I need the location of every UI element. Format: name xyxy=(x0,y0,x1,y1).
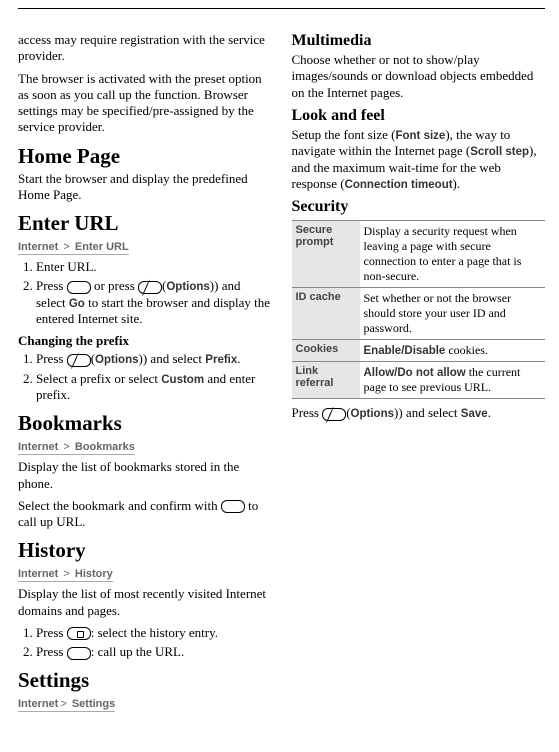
custom-label: Custom xyxy=(161,374,204,386)
step: Press : call up the URL. xyxy=(36,644,272,660)
prefix-label: Prefix xyxy=(205,354,237,366)
enter-url-steps: Enter URL. Press or press (Options)) and… xyxy=(18,259,272,327)
multimedia-paragraph: Choose whether or not to show/play image… xyxy=(292,52,546,101)
history-heading: History xyxy=(18,538,272,563)
bookmarks-paragraph-2: Select the bookmark and confirm with to … xyxy=(18,498,272,531)
security-heading: Security xyxy=(292,198,546,216)
text: . xyxy=(237,351,240,366)
bookmarks-paragraph: Display the list of bookmarks stored in … xyxy=(18,459,272,492)
save-label: Save xyxy=(461,408,488,420)
crumb-sep: > xyxy=(60,568,73,580)
look-and-feel-paragraph: Setup the font size (Font size), the way… xyxy=(292,127,546,192)
step: Press or press (Options)) and select Go … xyxy=(36,278,272,327)
step: Select a prefix or select Custom and ent… xyxy=(36,371,272,404)
crumb-bookmarks: Bookmarks xyxy=(75,441,135,453)
text: cookies. xyxy=(445,343,488,357)
page: 49 access may require registration with … xyxy=(0,0,559,752)
home-page-paragraph: Start the browser and display the predef… xyxy=(18,171,272,204)
enter-url-heading: Enter URL xyxy=(18,211,272,236)
options-label: Options xyxy=(166,281,209,293)
text: or press xyxy=(91,278,138,293)
softkey-icon xyxy=(322,408,346,421)
crumb-internet: Internet xyxy=(18,241,58,253)
home-page-heading: Home Page xyxy=(18,144,272,169)
breadcrumb: Internet > History xyxy=(18,568,113,582)
text: : select the history entry. xyxy=(91,625,218,640)
crumb-sep: > xyxy=(60,241,73,253)
crumb-internet: Internet xyxy=(18,441,58,453)
crumb-internet: Internet xyxy=(18,568,58,580)
ok-key-icon xyxy=(67,647,91,660)
text: Press xyxy=(36,625,67,640)
crumb-history: History xyxy=(75,568,113,580)
text: Setup the font size ( xyxy=(292,127,396,142)
intro-paragraph-1: access may require registration with the… xyxy=(18,32,272,65)
history-steps: Press : select the history entry. Press … xyxy=(18,625,272,661)
history-paragraph: Display the list of most recently visite… xyxy=(18,586,272,619)
change-prefix-steps: Press (Options)) and select Prefix. Sele… xyxy=(18,351,272,403)
text: . xyxy=(488,405,491,420)
step: Enter URL. xyxy=(36,259,272,275)
text: : call up the URL. xyxy=(91,644,185,659)
cookies-label: Cookies xyxy=(292,340,360,362)
content-columns: access may require registration with the… xyxy=(18,32,545,740)
ok-key-icon xyxy=(67,281,91,294)
top-rule xyxy=(18,8,545,22)
id-cache-desc: Set whether or not the browser should st… xyxy=(360,288,546,340)
crumb-sep: > xyxy=(60,698,69,710)
security-table: Secure prompt Display a security request… xyxy=(292,220,546,399)
options-label: Options xyxy=(351,408,394,420)
text: ) and select xyxy=(398,405,460,420)
text: Press xyxy=(36,644,67,659)
secure-prompt-label: Secure prompt xyxy=(292,221,360,288)
link-referral-label: Link referral xyxy=(292,362,360,399)
bookmarks-heading: Bookmarks xyxy=(18,411,272,436)
table-row: Cookies Enable/Disable cookies. xyxy=(292,340,546,362)
breadcrumb: Internet> Settings xyxy=(18,698,115,712)
crumb-internet: Internet xyxy=(18,698,58,710)
table-row: Secure prompt Display a security request… xyxy=(292,221,546,288)
table-row: ID cache Set whether or not the browser … xyxy=(292,288,546,340)
step: Press (Options)) and select Prefix. xyxy=(36,351,272,367)
link-referral-desc: Allow/Do not allow the current page to s… xyxy=(360,362,546,399)
crumb-enter-url: Enter URL xyxy=(75,241,129,253)
text: Press xyxy=(36,351,67,366)
table-row: Link referral Allow/Do not allow the cur… xyxy=(292,362,546,399)
go-label: Go xyxy=(69,298,85,310)
text: ) and select xyxy=(143,351,205,366)
allow-label: Allow/Do not allow xyxy=(364,367,466,379)
settings-heading: Settings xyxy=(18,668,272,693)
breadcrumb: Internet > Enter URL xyxy=(18,241,129,255)
id-cache-label: ID cache xyxy=(292,288,360,340)
softkey-icon xyxy=(67,354,91,367)
intro-paragraph-2: The browser is activated with the preset… xyxy=(18,71,272,136)
multimedia-heading: Multimedia xyxy=(292,32,546,50)
secure-prompt-desc: Display a security request when leaving … xyxy=(360,221,546,288)
softkey-icon xyxy=(138,281,162,294)
breadcrumb: Internet > Bookmarks xyxy=(18,441,135,455)
changing-prefix-heading: Changing the prefix xyxy=(18,333,272,349)
text: Select the bookmark and confirm with xyxy=(18,498,221,513)
step: Press : select the history entry. xyxy=(36,625,272,641)
crumb-sep: > xyxy=(60,441,73,453)
cookies-desc: Enable/Disable cookies. xyxy=(360,340,546,362)
options-label: Options xyxy=(95,354,138,366)
text: ). xyxy=(453,176,461,191)
connection-timeout-label: Connection timeout xyxy=(345,179,453,191)
press-save-paragraph: Press (Options)) and select Save. xyxy=(292,405,546,421)
look-and-feel-heading: Look and feel xyxy=(292,107,546,125)
scroll-step-label: Scroll step xyxy=(470,146,529,158)
nav-key-icon xyxy=(67,627,91,640)
enable-disable-label: Enable/Disable xyxy=(364,345,446,357)
ok-key-icon xyxy=(221,500,245,513)
text: Select a prefix or select xyxy=(36,371,161,386)
crumb-settings: Settings xyxy=(72,698,115,710)
text: Press xyxy=(292,405,323,420)
font-size-label: Font size xyxy=(395,130,445,142)
text: Press xyxy=(36,278,67,293)
